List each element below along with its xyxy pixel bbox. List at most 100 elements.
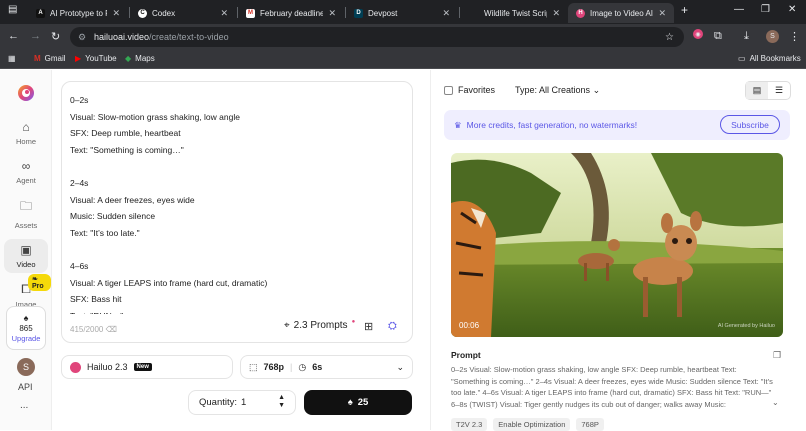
- chevron-down-icon[interactable]: ⌄: [772, 398, 779, 407]
- prompt-editor[interactable]: 0–2s Visual: Slow-motion grass shaking, …: [61, 81, 413, 343]
- bookmark-maps[interactable]: ◆ Maps: [125, 54, 155, 63]
- close-icon[interactable]: ✕: [442, 8, 450, 19]
- credits-icon: ♠: [347, 397, 353, 408]
- sidebar-item-video[interactable]: ▣ Video: [4, 239, 48, 273]
- maximize-button[interactable]: ❐: [761, 4, 770, 15]
- close-icon[interactable]: ✕: [220, 8, 228, 19]
- tab-favicon: D: [354, 8, 363, 18]
- video-player[interactable]: 00:06 AI Generated by Hailuo: [451, 153, 783, 337]
- sidebar-item-label: Assets: [14, 221, 38, 230]
- site-info-icon[interactable]: ⚙: [78, 32, 86, 43]
- all-bookmarks[interactable]: ▭ All Bookmarks: [738, 54, 801, 63]
- tab-title: February deadlines a: [260, 8, 324, 18]
- bookmark-star-icon[interactable]: ☆: [665, 32, 674, 43]
- view-toggle[interactable]: ▤ ☰: [745, 81, 791, 100]
- api-link[interactable]: API: [18, 382, 33, 392]
- quantity-label: Quantity:: [199, 397, 238, 408]
- tab-title: Wildlife Twist Script: [484, 8, 548, 18]
- bookmark-gmail[interactable]: M Gmail: [34, 54, 66, 63]
- tab-favicon: C: [138, 8, 147, 18]
- address-bar[interactable]: ⚙ hailuoai.video/create/text-to-video ☆: [70, 27, 684, 47]
- profile-avatar[interactable]: S: [766, 30, 779, 43]
- results-panel: Favorites Type: All Creations ⌄ ▤ ☰ ♛ Mo…: [430, 70, 806, 431]
- url-path: /create/text-to-video: [149, 32, 229, 42]
- sidebar-item-home[interactable]: ⌂ Home: [4, 120, 48, 146]
- url-host: hailuoai.video: [94, 32, 150, 42]
- favorites-filter[interactable]: Favorites: [444, 85, 495, 95]
- back-icon[interactable]: ←: [8, 30, 19, 42]
- quantity-value[interactable]: 1: [241, 397, 246, 408]
- template-icon[interactable]: ⊞: [364, 320, 373, 333]
- tab-wildlife-script[interactable]: Wildlife Twist Script ✕: [462, 3, 568, 23]
- watermark: AI Generated by Hailuo: [717, 323, 775, 329]
- prompt-heading: Prompt: [451, 350, 481, 360]
- tag: 768P: [576, 418, 604, 431]
- settings-selector[interactable]: ⬚ 768p | ◷ 6s ⌄: [240, 355, 413, 379]
- model-selector[interactable]: Hailuo 2.3 New: [61, 355, 233, 379]
- menu-kebab-icon[interactable]: ⋮: [789, 30, 800, 43]
- tag-list: T2V 2.3 Enable Optimization 768P: [451, 418, 604, 431]
- tag: T2V 2.3: [451, 418, 488, 431]
- tab-favicon: H: [576, 8, 585, 18]
- close-icon[interactable]: ✕: [112, 8, 120, 19]
- banner-text: More credits, fast generation, no waterm…: [466, 120, 638, 130]
- new-tab-button[interactable]: +: [681, 3, 688, 17]
- character-ref-icon[interactable]: ⛭: [388, 320, 397, 333]
- video-icon: ▣: [20, 243, 32, 257]
- favorites-checkbox[interactable]: [444, 85, 453, 95]
- tab-search-icon[interactable]: ▤: [8, 4, 17, 15]
- detail-view-icon[interactable]: ☰: [768, 82, 790, 99]
- tab-hailuo[interactable]: H Image to Video AI Ge ✕: [568, 3, 674, 23]
- sidebar-item-assets[interactable]: 🗀 Assets: [4, 197, 48, 230]
- sidebar-item-agent[interactable]: ∞ Agent: [4, 159, 48, 185]
- browser-tab-strip: ▤ A AI Prototype to Prod ✕ C Codex ✕ M F…: [0, 0, 806, 24]
- stepper-arrows-icon[interactable]: ▲ ▼: [278, 394, 285, 410]
- type-filter[interactable]: Type: All Creations ⌄: [515, 85, 600, 96]
- bookmark-youtube[interactable]: ▶ YouTube: [75, 54, 117, 63]
- prompt-textarea[interactable]: 0–2s Visual: Slow-motion grass shaking, …: [70, 92, 400, 314]
- avatar[interactable]: S: [17, 358, 35, 376]
- tab-title: Devpost: [368, 8, 398, 18]
- credits-icon: ♠: [23, 313, 29, 323]
- notification-dot: ●: [351, 318, 356, 325]
- generate-button[interactable]: ♠ 25: [304, 390, 412, 415]
- reload-icon[interactable]: ↻: [51, 30, 60, 43]
- tag: Enable Optimization: [493, 418, 571, 431]
- download-icon[interactable]: ⤓: [744, 30, 749, 43]
- maps-icon: ◆: [125, 54, 132, 63]
- extension-icon[interactable]: ◉: [693, 29, 703, 39]
- minimize-button[interactable]: —: [734, 4, 744, 15]
- leaf-icon: ❧: [32, 276, 38, 283]
- upgrade-button[interactable]: ♠ 865 Upgrade: [6, 306, 46, 350]
- tab-devpost[interactable]: D Devpost ✕: [346, 3, 458, 23]
- video-duration: 00:06: [459, 321, 480, 330]
- prompts-button[interactable]: ⌖ 2.3 Prompts ●: [284, 318, 356, 332]
- upgrade-label: Upgrade: [11, 334, 41, 343]
- tab-title: Image to Video AI Ge: [590, 8, 654, 18]
- crown-icon: ♛: [454, 119, 462, 130]
- hailuo-logo-icon[interactable]: [17, 84, 35, 102]
- tab-codex[interactable]: C Codex ✕: [130, 3, 236, 23]
- type-label: Type:: [515, 85, 538, 95]
- extensions-puzzle-icon[interactable]: ⧉: [714, 30, 722, 43]
- hailuo-model-icon: [70, 361, 81, 373]
- forward-icon[interactable]: →: [30, 30, 41, 42]
- clear-icon[interactable]: ⌫: [106, 325, 117, 334]
- tab-ai-prototype[interactable]: A AI Prototype to Prod ✕: [28, 3, 128, 23]
- close-window-button[interactable]: ✕: [788, 4, 796, 15]
- close-icon[interactable]: ✕: [658, 8, 666, 19]
- resolution-icon: ⬚: [249, 361, 258, 372]
- pro-badge: ❧ Pro: [28, 274, 51, 291]
- tab-favicon: M: [246, 8, 255, 18]
- chevron-down-icon: ⌄: [396, 361, 404, 372]
- quantity-stepper[interactable]: Quantity: 1 ▲ ▼: [188, 390, 296, 415]
- close-icon[interactable]: ✕: [552, 8, 560, 19]
- list-view-icon[interactable]: ▤: [746, 82, 768, 99]
- tab-gmail[interactable]: M February deadlines a ✕: [238, 3, 344, 23]
- copy-icon[interactable]: ❐: [773, 350, 781, 361]
- apps-grid-icon[interactable]: ▦: [8, 54, 16, 63]
- app-sidebar: ⌂ Home ∞ Agent 🗀 Assets ▣ Video ⧠ Image …: [0, 70, 52, 430]
- subscribe-button[interactable]: Subscribe: [720, 115, 780, 134]
- close-icon[interactable]: ✕: [328, 8, 336, 19]
- more-menu-button[interactable]: ...: [20, 400, 28, 411]
